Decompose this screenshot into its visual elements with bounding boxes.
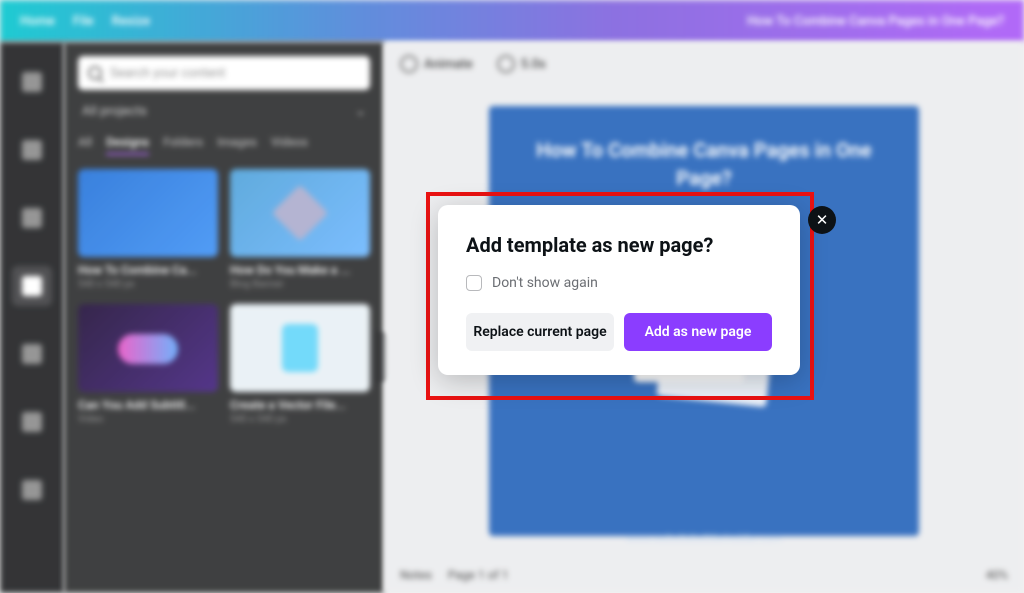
rail-elements[interactable] [12, 62, 52, 102]
card-title: How Do You Make a ... [230, 263, 370, 277]
page-footer-text: www.websitebuilderinsider.com [384, 532, 1024, 545]
design-card[interactable]: Can You Add Subtitl... Video [78, 304, 218, 425]
elements-icon [22, 72, 42, 92]
search-icon [88, 66, 102, 80]
projects-icon [22, 276, 42, 296]
timer-button[interactable]: 5.0s [497, 55, 546, 73]
projects-panel: Search your content All projects ⌄ All D… [64, 42, 384, 593]
close-icon: ✕ [816, 211, 829, 229]
file-menu[interactable]: File [73, 14, 94, 29]
notes-button[interactable]: Notes [400, 568, 432, 582]
zoom-value[interactable]: 40% [986, 568, 1008, 582]
side-rail [0, 42, 64, 593]
design-thumbnail [78, 169, 218, 257]
rail-more[interactable] [12, 470, 52, 510]
animate-button[interactable]: Animate [400, 55, 473, 73]
projects-dropdown[interactable]: All projects ⌄ [78, 104, 370, 119]
more-icon [22, 480, 42, 500]
rail-photos[interactable] [12, 334, 52, 374]
panel-tabs: All Designs Folders Images Videos [78, 135, 370, 155]
design-card[interactable]: Create a Vector File... 540 x 540 px [230, 304, 370, 425]
rail-projects[interactable] [12, 266, 52, 306]
top-bar: Home File Resize How To Combine Canva Pa… [0, 0, 1024, 42]
design-card[interactable]: How To Combine Ca... 540 x 540 px [78, 169, 218, 290]
design-card[interactable]: How Do You Make a ... Blog Banner [230, 169, 370, 290]
card-title: Create a Vector File... [230, 398, 370, 412]
replace-page-button[interactable]: Replace current page [466, 313, 614, 351]
timer-icon [497, 55, 515, 73]
card-subtitle: Video [78, 414, 218, 425]
card-subtitle: 540 x 540 px [78, 279, 218, 290]
design-title[interactable]: How To Combine Canva Pages in One Page? [747, 14, 1004, 29]
close-modal-button[interactable]: ✕ [808, 206, 836, 234]
search-placeholder: Search your content [110, 66, 225, 81]
add-new-page-button[interactable]: Add as new page [624, 313, 772, 351]
animate-label: Animate [424, 57, 473, 72]
search-input[interactable]: Search your content [78, 56, 370, 90]
rail-styles[interactable] [12, 402, 52, 442]
design-thumbnail [230, 169, 370, 257]
uploads-icon [22, 140, 42, 160]
tab-images[interactable]: Images [217, 135, 257, 155]
photos-icon [22, 344, 42, 364]
card-title: How To Combine Ca... [78, 263, 218, 277]
dropdown-label: All projects [82, 104, 147, 119]
dont-show-again-checkbox[interactable] [466, 275, 482, 291]
page-title-text: How To Combine Canva Pages in One Page? [519, 136, 889, 192]
tab-videos[interactable]: Videos [271, 135, 308, 155]
styles-icon [22, 412, 42, 432]
resize-menu[interactable]: Resize [112, 14, 151, 29]
modal-title: Add template as new page? [466, 233, 772, 257]
text-icon [22, 208, 42, 228]
animate-icon [400, 55, 418, 73]
design-thumbnail [78, 304, 218, 392]
rail-uploads[interactable] [12, 130, 52, 170]
design-thumbnail [230, 304, 370, 392]
card-title: Can You Add Subtitl... [78, 398, 218, 412]
tab-designs[interactable]: Designs [106, 135, 149, 155]
rail-text[interactable] [12, 198, 52, 238]
card-subtitle: 540 x 540 px [230, 414, 370, 425]
add-template-modal: Add template as new page? Don't show aga… [438, 205, 800, 375]
card-subtitle: Blog Banner [230, 279, 370, 290]
dont-show-again-label: Don't show again [492, 275, 598, 291]
home-link[interactable]: Home [20, 14, 55, 29]
timer-label: 5.0s [521, 57, 546, 72]
chevron-down-icon: ⌄ [355, 104, 366, 119]
page-indicator[interactable]: Page 1 of 1 [448, 568, 509, 582]
tab-folders[interactable]: Folders [163, 135, 203, 155]
tab-all[interactable]: All [78, 135, 92, 155]
